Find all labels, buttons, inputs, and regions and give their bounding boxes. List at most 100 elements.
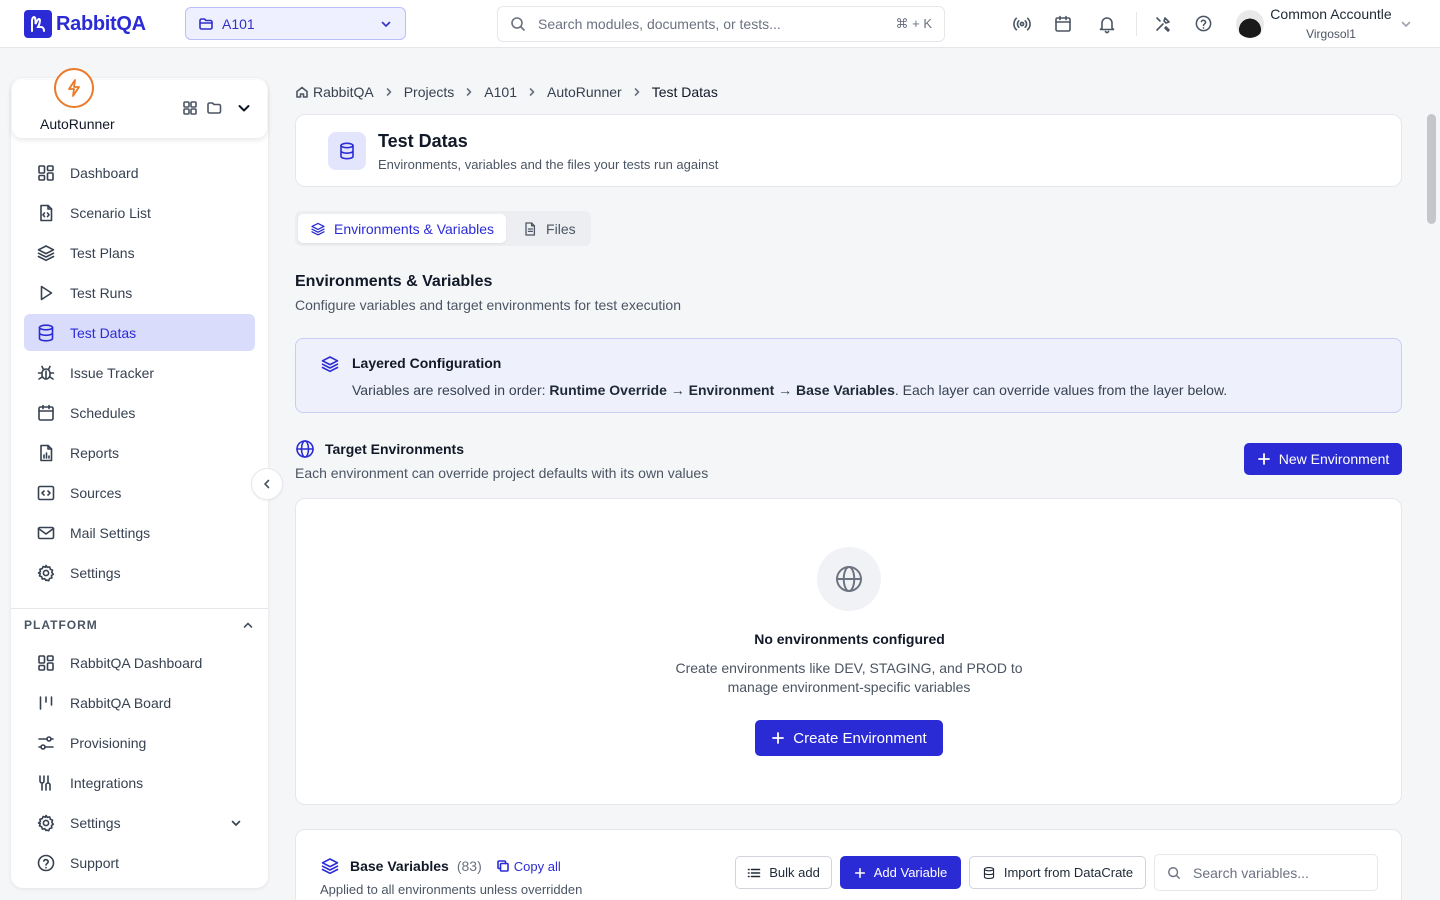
lightning-icon	[54, 68, 94, 108]
breadcrumb-rabbitqa[interactable]: RabbitQA	[313, 84, 374, 100]
import-datacrate-label: Import from DataCrate	[1003, 865, 1134, 880]
project-selector[interactable]: A101	[185, 7, 406, 40]
create-environment-label: Create Environment	[793, 729, 927, 747]
new-environment-button[interactable]: New Environment	[1244, 443, 1402, 475]
sidebar-item-label: Test Plans	[70, 244, 135, 261]
sidebar-item-schedules[interactable]: Schedules	[24, 394, 255, 431]
page-header: Test Datas Environments, variables and t…	[295, 114, 1402, 187]
sidebar-item-rabbitqa-board[interactable]: RabbitQA Board	[24, 684, 255, 721]
chevron-down-icon	[381, 21, 391, 27]
tab-files[interactable]: Files	[510, 214, 588, 243]
global-search[interactable]: Search modules, documents, or tests... ⌘…	[497, 6, 945, 42]
sidebar-item-integrations[interactable]: Integrations	[24, 764, 255, 801]
create-environment-button[interactable]: Create Environment	[755, 720, 943, 756]
breadcrumb-projects[interactable]: Projects	[404, 84, 455, 100]
base-variables-card: Base Variables (83) Copy all Applied to …	[295, 829, 1402, 900]
home-icon[interactable]	[295, 85, 309, 99]
breadcrumb: RabbitQA Projects A101 AutoRunner Test D…	[295, 84, 718, 100]
sidebar-collapse-button[interactable]	[251, 468, 283, 500]
layered-config-info: Layered Configuration Variables are reso…	[295, 338, 1402, 413]
database-icon	[983, 866, 994, 879]
calendar-icon[interactable]	[1053, 14, 1073, 34]
board-icon	[39, 695, 53, 710]
base-variables-header: Base Variables (83) Copy all	[320, 856, 561, 876]
tab-bar: Environments & Variables Files	[295, 211, 591, 246]
sidebar-item-issue-tracker[interactable]: Issue Tracker	[24, 354, 255, 391]
globe-icon	[817, 547, 881, 611]
search-icon	[1168, 866, 1180, 879]
chevron-left-icon	[264, 479, 270, 489]
brand-logo[interactable]: RabbitQA	[24, 10, 146, 38]
database-icon	[328, 132, 366, 170]
chevron-down-icon	[231, 820, 241, 826]
chevron-down-icon[interactable]	[1399, 17, 1413, 31]
copy-all-label: Copy all	[513, 858, 561, 874]
broadcast-icon[interactable]	[1012, 14, 1032, 34]
help-icon	[37, 854, 55, 871]
copy-all-button[interactable]: Copy all	[496, 859, 561, 874]
sidebar-divider	[11, 608, 268, 609]
app-name: AutoRunner	[40, 116, 115, 132]
bell-icon[interactable]	[1097, 14, 1117, 34]
sidebar-item-dashboard[interactable]: Dashboard	[24, 154, 255, 191]
info-layer-environment: Environment	[688, 382, 775, 398]
file-icon	[525, 221, 536, 236]
app-switcher[interactable]: AutoRunner	[12, 68, 267, 138]
sidebar-item-label: Provisioning	[70, 734, 147, 751]
list-icon	[747, 868, 761, 877]
sidebar-item-scenario-list[interactable]: Scenario List	[24, 194, 255, 231]
sidebar-item-label: RabbitQA Board	[70, 694, 172, 711]
sidebar-item-test-runs[interactable]: Test Runs	[24, 274, 255, 311]
sidebar-item-support[interactable]: Support	[24, 844, 255, 881]
section-title: Environments & Variables	[295, 273, 493, 290]
sidebar-item-platform-settings[interactable]: Settings	[24, 804, 255, 841]
folder-icon[interactable]	[206, 100, 223, 116]
add-variable-button[interactable]: Add Variable	[840, 856, 961, 889]
sidebar-item-label: Dashboard	[70, 164, 139, 181]
plus-icon	[1257, 453, 1270, 465]
sidebar-item-test-plans[interactable]: Test Plans	[24, 234, 255, 271]
platform-section-header[interactable]: PLATFORM	[24, 618, 255, 632]
sidebar-item-label: Support	[70, 854, 120, 871]
environments-subtitle: Each environment can override project de…	[295, 465, 709, 481]
import-datacrate-button[interactable]: Import from DataCrate	[969, 856, 1146, 889]
grid-icon	[38, 164, 54, 181]
help-icon[interactable]	[1194, 14, 1213, 33]
file-code-icon	[40, 204, 53, 221]
layers-icon	[321, 858, 339, 875]
report-icon	[40, 444, 53, 461]
user-avatar[interactable]	[1236, 10, 1264, 38]
variables-search-input[interactable]: Search variables...	[1154, 854, 1378, 891]
mail-icon	[37, 526, 55, 539]
breadcrumb-app[interactable]: AutoRunner	[547, 84, 622, 100]
base-variables-subtitle: Applied to all environments unless overr…	[320, 882, 583, 897]
sidebar-item-sources[interactable]: Sources	[24, 474, 255, 511]
layers-icon	[320, 354, 340, 374]
copy-icon	[496, 860, 509, 872]
breadcrumb-current: Test Datas	[651, 84, 718, 100]
tab-environments-variables[interactable]: Environments & Variables	[298, 214, 507, 243]
page-scrollbar[interactable]	[1427, 114, 1436, 224]
code-icon	[37, 485, 55, 500]
platform-section-title: PLATFORM	[24, 618, 98, 632]
sidebar-item-label: Mail Settings	[70, 524, 151, 541]
sidebar-item-label: Test Runs	[70, 284, 133, 301]
sidebar-item-rabbitqa-dashboard[interactable]: RabbitQA Dashboard	[24, 644, 255, 681]
tools-icon[interactable]	[1153, 14, 1173, 34]
info-suffix: . Each layer can override values from th…	[894, 382, 1228, 398]
bulk-add-button[interactable]: Bulk add	[735, 856, 832, 889]
sidebar-item-reports[interactable]: Reports	[24, 434, 255, 471]
sidebar-item-settings[interactable]: Settings	[24, 554, 255, 591]
user-org: Virgosol1	[1306, 27, 1356, 41]
sidebar-item-provisioning[interactable]: Provisioning	[24, 724, 255, 761]
topbar-divider	[1136, 12, 1137, 36]
chevron-down-icon[interactable]	[237, 101, 251, 115]
sidebar-item-mail-settings[interactable]: Mail Settings	[24, 514, 255, 551]
chevron-right-icon	[384, 87, 394, 97]
folder-icon	[199, 17, 213, 30]
breadcrumb-project[interactable]: A101	[484, 84, 517, 100]
user-menu[interactable]: Common Accountle Virgosol1	[1262, 6, 1400, 46]
search-shortcut: ⌘ + K	[895, 16, 933, 31]
grid-icon[interactable]	[182, 100, 198, 116]
sidebar-item-test-datas[interactable]: Test Datas	[24, 314, 255, 351]
